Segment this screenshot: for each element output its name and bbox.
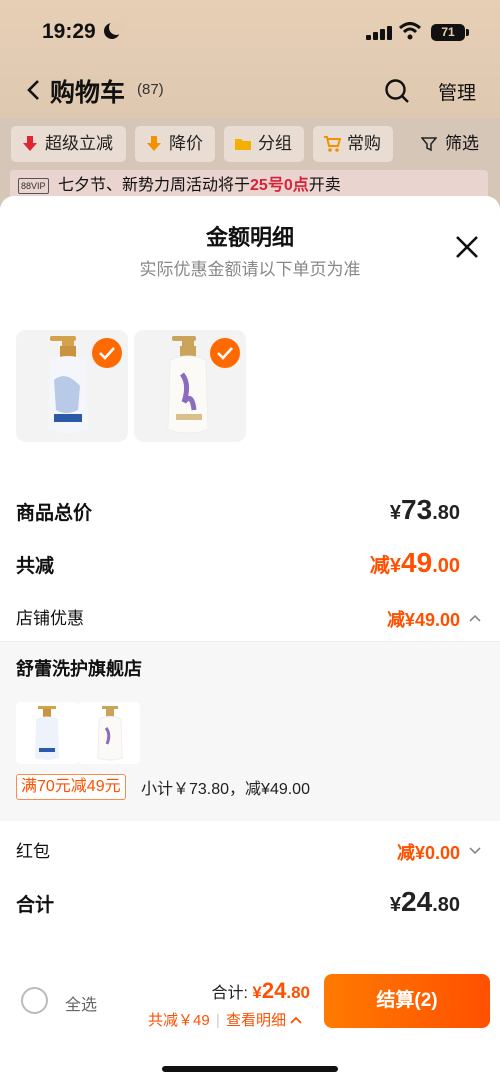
- funnel-icon: [421, 137, 437, 152]
- view-detail-link[interactable]: 查看明细: [226, 1012, 286, 1029]
- checkout-button[interactable]: 结算(2): [324, 974, 490, 1028]
- product-thumbnail-2[interactable]: [134, 330, 246, 442]
- footer-savings[interactable]: 共减￥49 | 查看明细: [148, 1009, 302, 1030]
- banner-text-after: 开卖: [308, 177, 341, 194]
- grand-total-label: 合计: [16, 895, 55, 916]
- chevron-up-icon[interactable]: [468, 611, 482, 625]
- promo-tag: 满70元减49元: [16, 774, 126, 800]
- cart-icon: [324, 136, 341, 152]
- filter-label: 常购: [347, 134, 381, 153]
- filter-frequent[interactable]: 常购: [313, 126, 393, 162]
- filter-group[interactable]: 分组: [224, 126, 304, 162]
- background-page: 19:29 71 购物车 (87) 管理 超级立减 降价 分组 常购 筛选 88…: [0, 0, 500, 210]
- orange-arrow-down-icon: [147, 136, 161, 151]
- banner-highlight: 25号0点: [250, 177, 309, 194]
- store-discount-label: 店铺优惠: [16, 609, 84, 628]
- back-icon[interactable]: [24, 78, 44, 102]
- store-discount-value[interactable]: 减¥49.00: [387, 606, 460, 632]
- red-arrow-down-icon: [23, 136, 37, 151]
- search-icon[interactable]: [384, 78, 410, 104]
- red-packet-label: 红包: [16, 842, 50, 861]
- banner-text-before: 七夕节、新势力周活动将于: [58, 177, 251, 194]
- select-all-label[interactable]: 全选: [65, 991, 97, 1015]
- status-bar: 19:29 71: [0, 18, 500, 48]
- grand-total-value: ¥24.80: [389, 886, 460, 917]
- store-product-thumbnail-2: [78, 702, 140, 764]
- page-title: 购物车: [50, 79, 126, 107]
- battery-icon: 71: [431, 24, 469, 41]
- store-subtotal: 小计￥73.80，减¥49.00: [141, 781, 310, 798]
- close-icon[interactable]: [454, 234, 480, 260]
- status-time: 19:29: [42, 20, 96, 43]
- cart-count: (87): [137, 81, 164, 98]
- store-name: 舒蕾洗护旗舰店: [16, 659, 142, 679]
- sheet-title: 金额明细: [205, 225, 294, 250]
- moon-icon: [104, 20, 124, 39]
- vip-badge: 88VIP: [18, 178, 49, 194]
- manage-button[interactable]: 管理: [438, 78, 476, 105]
- cellular-signal-icon: [366, 26, 392, 40]
- check-icon[interactable]: [92, 338, 122, 368]
- filter-screen[interactable]: 筛选: [417, 126, 497, 162]
- wifi-icon: [399, 22, 421, 40]
- divider: |: [215, 1012, 220, 1029]
- home-indicator: [162, 1066, 338, 1072]
- nav-bar: 购物车 (87) 管理: [0, 70, 500, 110]
- check-icon[interactable]: [210, 338, 240, 368]
- select-all-radio[interactable]: [21, 987, 48, 1014]
- folder-icon: [235, 139, 251, 150]
- saved-amount: 共减￥49: [148, 1012, 210, 1029]
- total-price-value: ¥73.80: [389, 494, 460, 525]
- shampoo-bottle-blue-icon: [35, 706, 59, 760]
- filter-label: 降价: [169, 134, 203, 153]
- sheet-subtitle: 实际优惠金额请以下单页为准: [139, 260, 361, 279]
- filter-super-discount[interactable]: 超级立减: [11, 126, 126, 162]
- filter-price-drop[interactable]: 降价: [135, 126, 215, 162]
- total-price-label: 商品总价: [16, 503, 93, 524]
- filter-bar: 超级立减 降价 分组 常购 筛选 88VIP 七夕节、新势力周活动将于25号0点…: [0, 118, 500, 208]
- checkout-footer: 全选 合计: ¥24.80 共减￥49 | 查看明细 结算(2): [0, 960, 500, 1082]
- shampoo-bottle-white-icon: [97, 706, 123, 761]
- filter-label: 分组: [258, 134, 292, 153]
- store-product-thumbnail-1: [16, 702, 78, 764]
- product-thumbnail-1[interactable]: [16, 330, 128, 442]
- chevron-up-icon[interactable]: [290, 1015, 302, 1027]
- red-packet-value[interactable]: 减¥0.00: [397, 839, 460, 865]
- store-detail-panel: 舒蕾洗护旗舰店 满70元减49元 小计￥73.80，减¥49.00: [0, 641, 500, 821]
- footer-total: 合计: ¥24.80: [211, 978, 311, 1003]
- filter-label: 超级立减: [45, 134, 113, 153]
- total-discount-value: 减¥49.00: [369, 547, 460, 578]
- amount-detail-sheet: 金额明细 实际优惠金额请以下单页为准 商品总价 ¥73.80 共减 减¥49.0…: [0, 196, 500, 1082]
- total-discount-label: 共减: [16, 556, 55, 577]
- chevron-down-icon[interactable]: [468, 844, 482, 858]
- filter-label: 筛选: [445, 134, 479, 153]
